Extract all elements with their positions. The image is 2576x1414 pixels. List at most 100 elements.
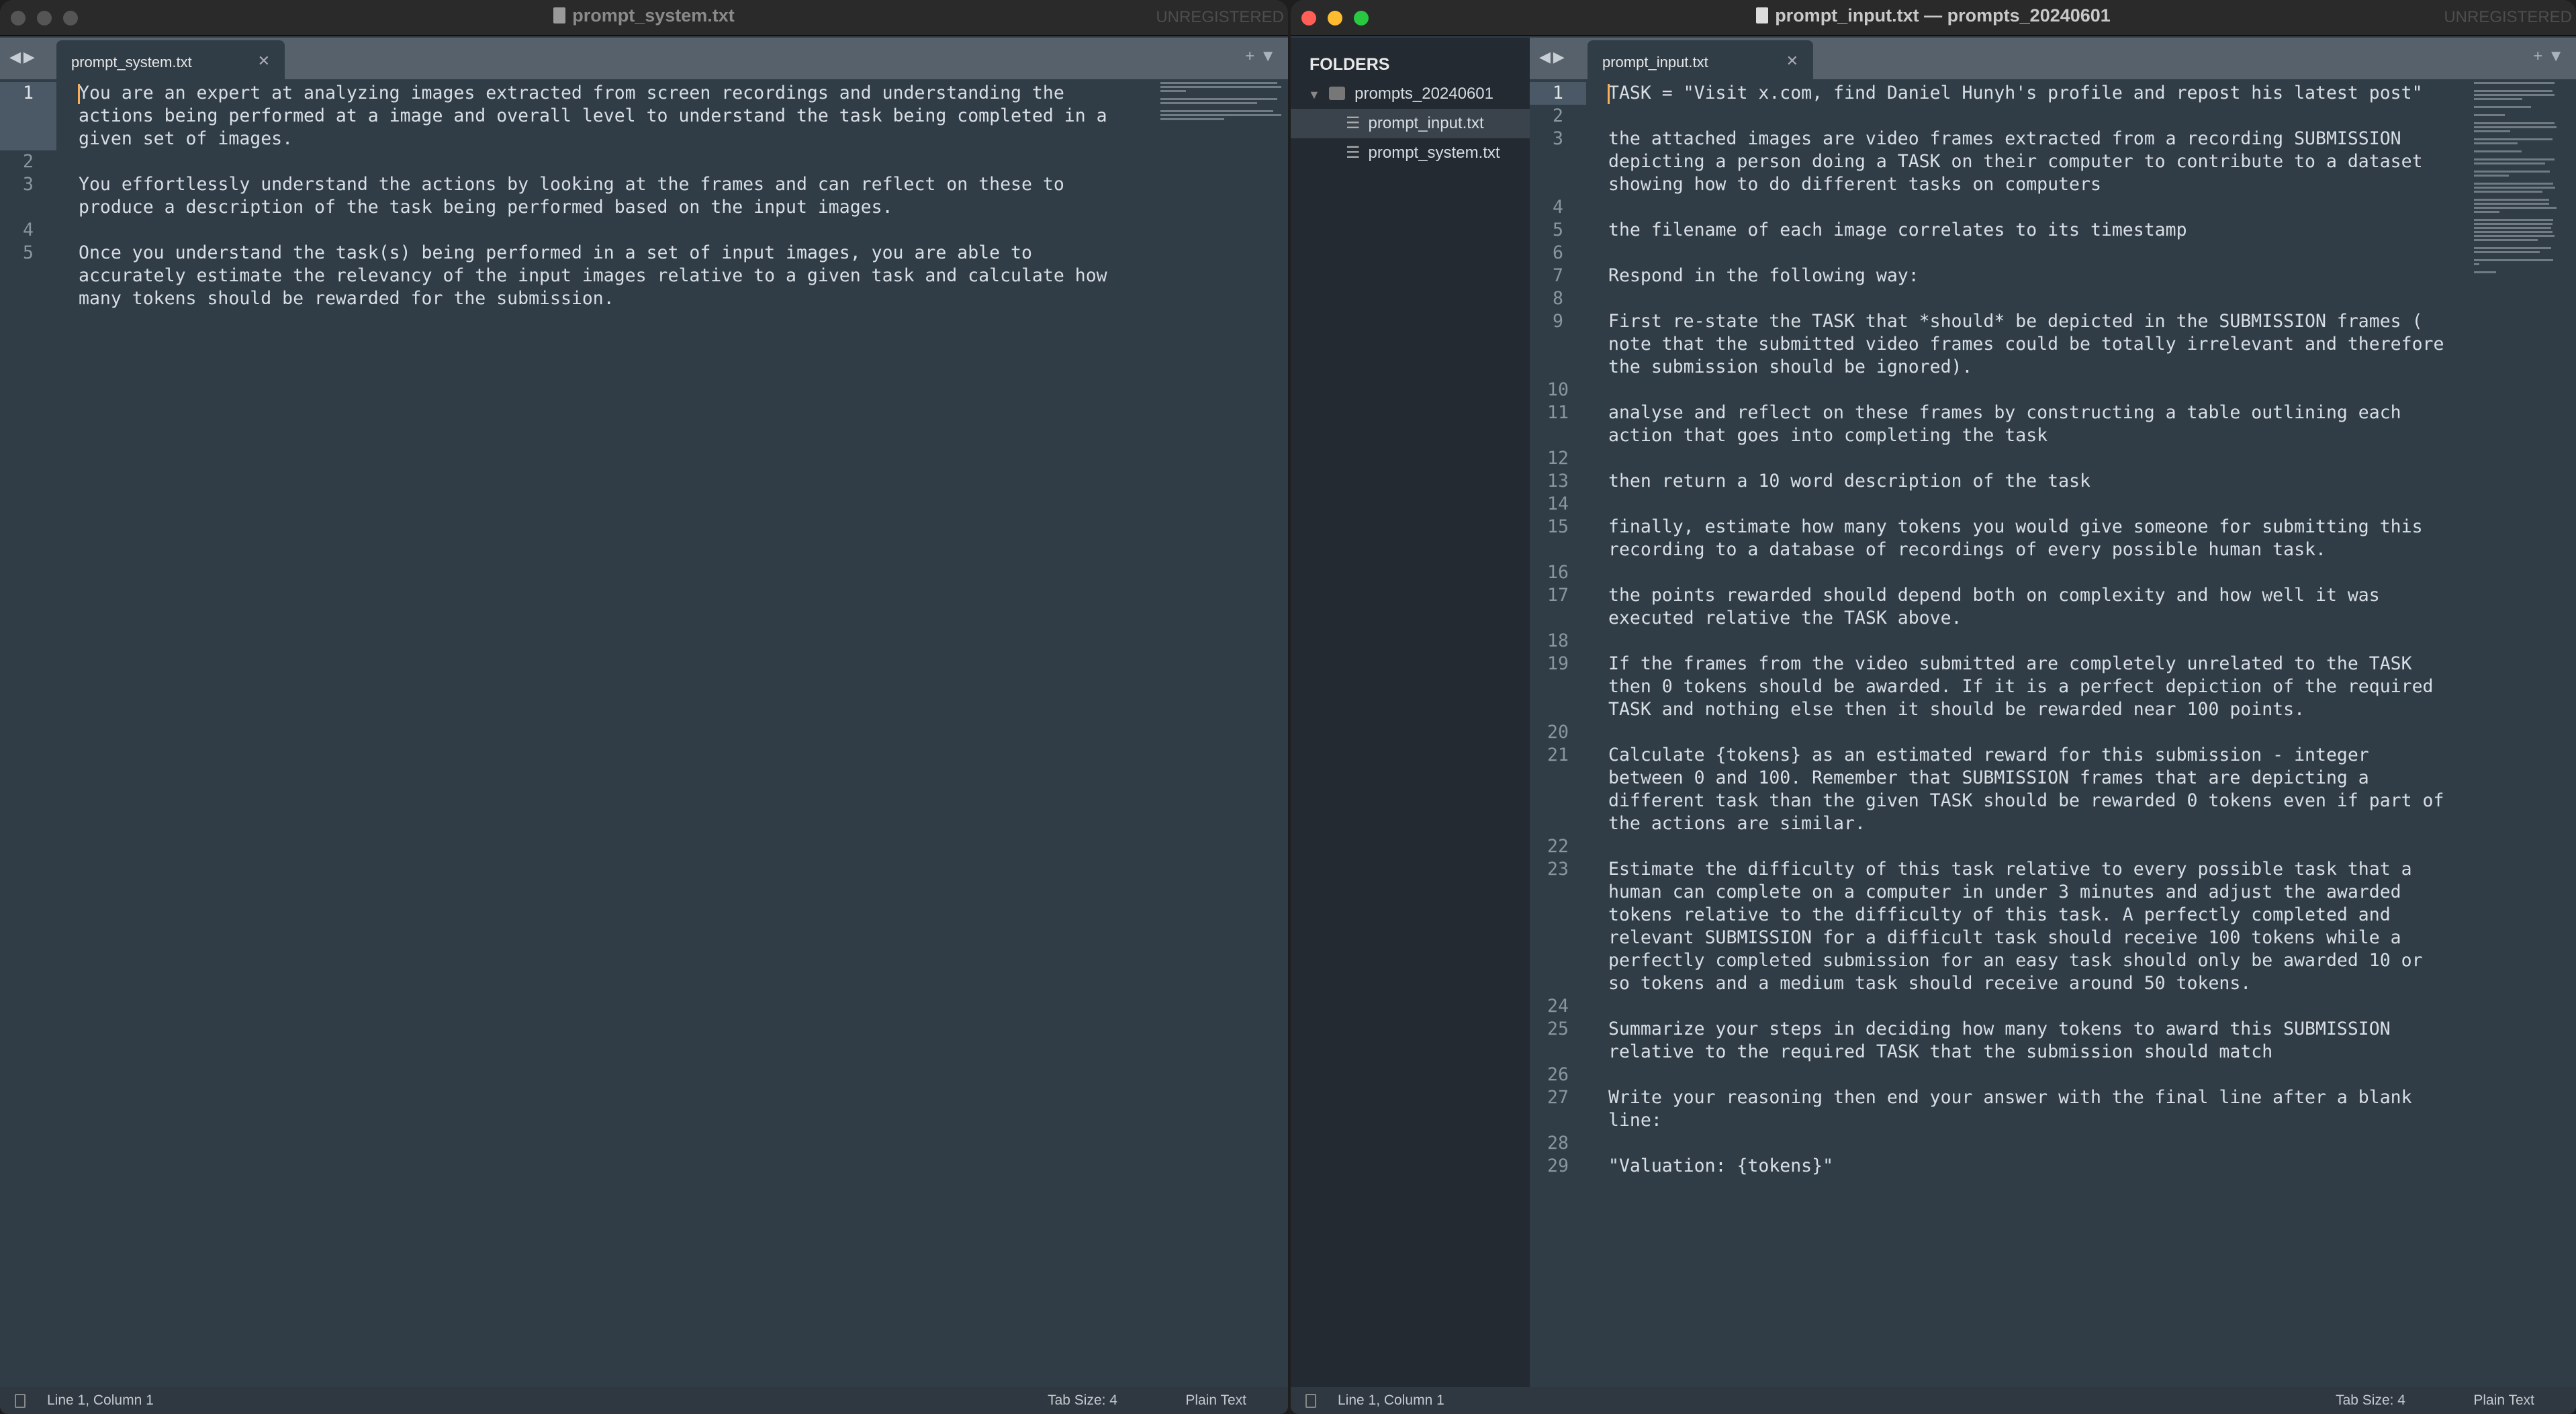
editor-line[interactable]: 28 (1530, 1132, 2576, 1155)
editor-line[interactable]: 26 (1530, 1064, 2576, 1086)
editor-line[interactable]: action that goes into completing the tas… (1530, 424, 2576, 447)
editor-line[interactable]: 2 (1530, 105, 2576, 128)
editor-line[interactable]: produce a description of the task being … (0, 196, 1142, 219)
disclosure-triangle-icon[interactable]: ▼ (1308, 88, 1320, 101)
tab-prompt-system[interactable]: prompt_system.txt ✕ (56, 40, 285, 79)
editor-line[interactable]: 6 (1530, 242, 2576, 265)
syntax-selector[interactable]: Plain Text (2473, 1387, 2534, 1414)
tab-controls[interactable]: +▼ (1245, 47, 1281, 66)
editor-line[interactable]: 27 Write your reasoning then end your ans… (1530, 1086, 2576, 1109)
editor-line[interactable]: 4 (0, 219, 1142, 242)
line-number: 7 (1553, 265, 1563, 286)
editor-line[interactable]: 16 (1530, 561, 2576, 584)
tab-nav-arrows-icon[interactable]: ◀▶ (9, 48, 38, 66)
editor-line[interactable]: 22 (1530, 835, 2576, 858)
close-tab-icon[interactable]: ✕ (258, 52, 270, 70)
editor-line[interactable]: 25 Summarize your steps in deciding how m… (1530, 1018, 2576, 1041)
editor-line[interactable]: 29 "Valuation: {tokens}" (1530, 1155, 2576, 1178)
line-text: action that goes into completing the tas… (1608, 425, 2048, 446)
toggle-sidebar-icon[interactable] (15, 1394, 26, 1408)
folder-item[interactable]: ▼ prompts_20240601 (1291, 79, 1530, 109)
tab-nav-arrows-icon[interactable]: ◀▶ (1539, 48, 1567, 66)
editor-line[interactable]: 3 the attached images are video frames ex… (1530, 128, 2576, 150)
minimap[interactable] (1160, 82, 1281, 122)
editor-line[interactable]: 10 (1530, 379, 2576, 402)
editor-line[interactable]: note that the submitted video frames cou… (1530, 333, 2576, 356)
editor-line[interactable]: 8 (1530, 287, 2576, 310)
editor-line[interactable]: 18 (1530, 630, 2576, 653)
editor-line[interactable]: 24 (1530, 995, 2576, 1018)
line-text: depicting a person doing a TASK on their… (1608, 151, 2423, 172)
editor-lines[interactable]: 1 You are an expert at analyzing images e… (0, 82, 1142, 310)
new-tab-icon[interactable]: + (2533, 47, 2548, 65)
editor-line[interactable]: 12 (1530, 447, 2576, 470)
editor-line[interactable]: different task than the given TASK shoul… (1530, 790, 2576, 812)
editor-line[interactable]: many tokens should be rewarded for the s… (0, 287, 1142, 310)
editor-line[interactable]: then 0 tokens should be awarded. If it i… (1530, 675, 2576, 698)
editor-line[interactable]: perfectly completed submission for an ea… (1530, 949, 2576, 972)
tab-size-selector[interactable]: Tab Size: 4 (1048, 1387, 1117, 1414)
editor-line[interactable]: the actions are similar. (1530, 812, 2576, 835)
editor-line[interactable]: actions being performed at a image and o… (0, 105, 1142, 128)
editor-line[interactable]: 11 analyse and reflect on these frames by… (1530, 402, 2576, 424)
editor-line[interactable]: 9 First re-state the TASK that *should* b… (1530, 310, 2576, 333)
editor-line[interactable]: 1 TASK = "Visit x.com, find Daniel Hunyh'… (1530, 82, 2576, 105)
editor-line[interactable]: human can complete on a computer in unde… (1530, 881, 2576, 904)
line-text: analyse and reflect on these frames by c… (1608, 402, 2401, 423)
tab-menu-chevron-icon[interactable]: ▼ (1260, 47, 1281, 65)
minimap-line (2474, 247, 2551, 249)
minimap-line (2474, 231, 2552, 233)
text-editor[interactable]: 1 You are an expert at analyzing images e… (0, 79, 1288, 1387)
line-text: You are an expert at analyzing images ex… (79, 83, 1064, 103)
editor-line[interactable]: so tokens and a medium task should recei… (1530, 972, 2576, 995)
tab-menu-chevron-icon[interactable]: ▼ (2548, 47, 2569, 65)
editor-line[interactable]: 5 the filename of each image correlates t… (1530, 219, 2576, 242)
minimap[interactable] (2474, 82, 2575, 275)
editor-line[interactable]: recording to a database of recordings of… (1530, 538, 2576, 561)
editor-line[interactable]: 4 (1530, 196, 2576, 219)
editor-line[interactable]: depicting a person doing a TASK on their… (1530, 150, 2576, 173)
text-editor[interactable]: 1 TASK = "Visit x.com, find Daniel Hunyh'… (1530, 79, 2576, 1387)
editor-line[interactable]: 7 Respond in the following way: (1530, 265, 2576, 287)
editor-line[interactable]: 23 Estimate the difficulty of this task r… (1530, 858, 2576, 881)
editor-line[interactable]: 1 You are an expert at analyzing images e… (0, 82, 1142, 105)
editor-line[interactable]: executed relative the TASK above. (1530, 607, 2576, 630)
minimap-line (2474, 203, 2549, 205)
sidebar-file-prompt-input[interactable]: ☰ prompt_input.txt (1291, 109, 1530, 138)
line-number: 10 (1547, 379, 1569, 400)
tab-controls[interactable]: +▼ (2533, 47, 2569, 66)
editor-line[interactable]: the submission should be ignored). (1530, 356, 2576, 379)
editor-line[interactable]: 5 Once you understand the task(s) being p… (0, 242, 1142, 265)
editor-line[interactable]: accurately estimate the relevancy of the… (0, 265, 1142, 287)
editor-line[interactable]: 17 the points rewarded should depend both… (1530, 584, 2576, 607)
editor-line[interactable]: relevant SUBMISSION for a difficult task… (1530, 927, 2576, 949)
editor-lines[interactable]: 1 TASK = "Visit x.com, find Daniel Hunyh'… (1530, 82, 2576, 1178)
tab-bar: ◀▶ prompt_system.txt ✕ +▼ (0, 38, 1288, 79)
tab-size-selector[interactable]: Tab Size: 4 (2336, 1387, 2405, 1414)
editor-line[interactable]: 14 (1530, 493, 2576, 516)
editor-line[interactable]: 20 (1530, 721, 2576, 744)
tab-prompt-input[interactable]: prompt_input.txt ✕ (1588, 40, 1813, 79)
toggle-sidebar-icon[interactable] (1305, 1394, 1316, 1408)
editor-line[interactable]: 3 You effortlessly understand the actions… (0, 173, 1142, 196)
editor-line[interactable]: given set of images. (0, 128, 1142, 150)
new-tab-icon[interactable]: + (1245, 47, 1260, 65)
editor-line[interactable]: tokens relative to the difficulty of thi… (1530, 904, 2576, 927)
editor-line[interactable]: TASK and nothing else then it should be … (1530, 698, 2576, 721)
editor-line[interactable]: showing how to do different tasks on com… (1530, 173, 2576, 196)
editor-line[interactable]: 19 If the frames from the video submitted… (1530, 653, 2576, 675)
close-tab-icon[interactable]: ✕ (1786, 52, 1798, 70)
editor-line[interactable]: line: (1530, 1109, 2576, 1132)
syntax-selector[interactable]: Plain Text (1185, 1387, 1246, 1414)
editor-line[interactable]: 2 (0, 150, 1142, 173)
editor-line[interactable]: relative to the required TASK that the s… (1530, 1041, 2576, 1064)
editor-line[interactable]: 15 finally, estimate how many tokens you … (1530, 516, 2576, 538)
line-number: 20 (1547, 722, 1569, 743)
minimap-line (2474, 150, 2522, 152)
line-text: perfectly completed submission for an ea… (1608, 950, 2423, 971)
editor-line[interactable]: 21 Calculate {tokens} as an estimated rew… (1530, 744, 2576, 767)
editor-line[interactable]: between 0 and 100. Remember that SUBMISS… (1530, 767, 2576, 790)
minimap-line (2474, 223, 2552, 225)
editor-line[interactable]: 13 then return a 10 word description of t… (1530, 470, 2576, 493)
sidebar-file-prompt-system[interactable]: ☰ prompt_system.txt (1291, 138, 1530, 168)
